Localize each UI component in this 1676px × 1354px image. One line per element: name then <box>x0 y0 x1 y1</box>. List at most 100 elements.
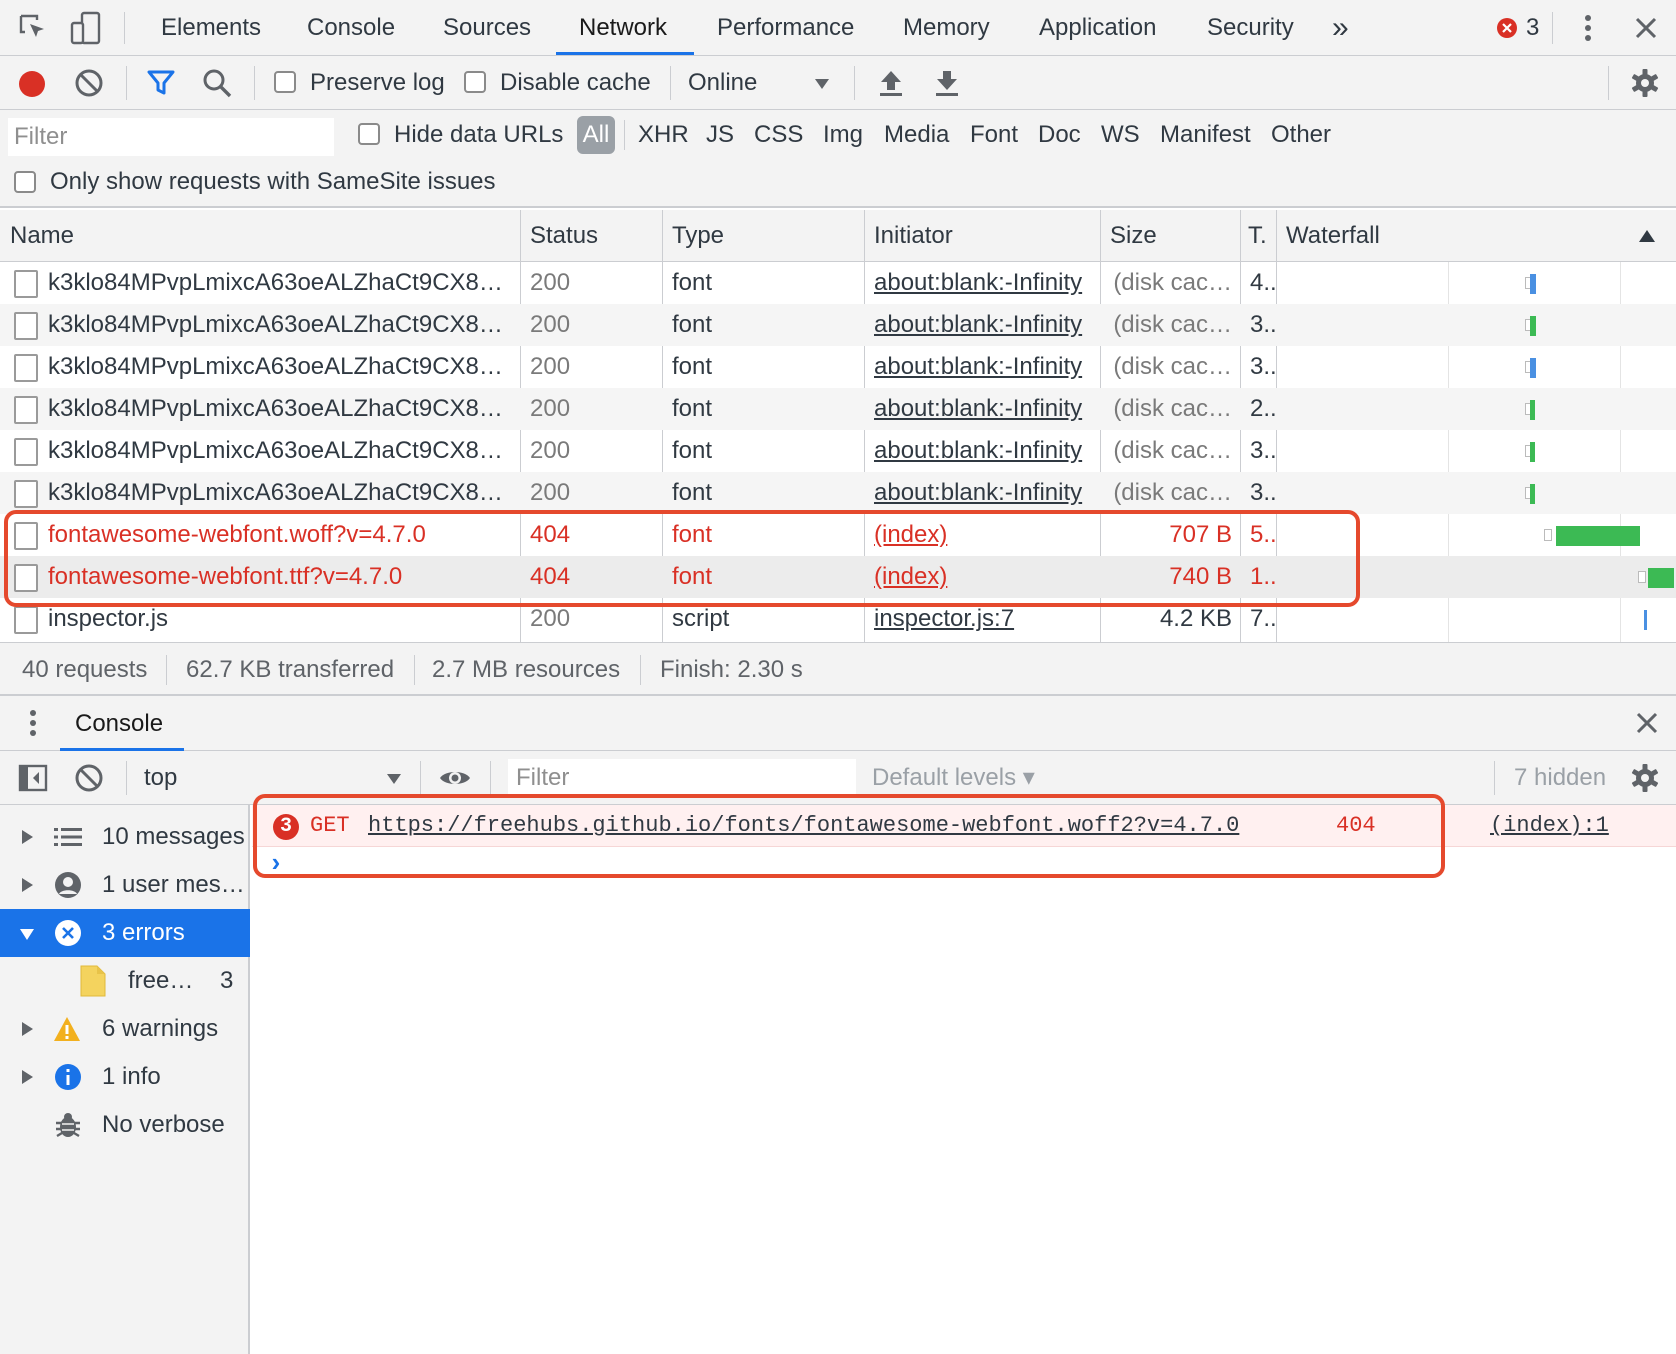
sidebar-item-user-messages[interactable]: 1 user mes… <box>0 861 250 909</box>
network-settings-gear-icon[interactable] <box>1630 68 1660 98</box>
inspect-element-icon[interactable] <box>18 13 48 43</box>
row-status: 200 <box>530 269 571 296</box>
column-header-size[interactable]: Size <box>1110 210 1157 262</box>
devtools-tab-bar: Elements Console Sources Network Perform… <box>0 0 1676 56</box>
chevron-down-icon[interactable] <box>814 78 830 90</box>
table-row[interactable]: inspector.js 200 script inspector.js:7 4.2 K… <box>0 598 1676 640</box>
row-initiator-link[interactable]: about:blank:-Infinity <box>874 304 1092 346</box>
record-button[interactable] <box>18 70 46 98</box>
import-har-icon[interactable] <box>878 68 904 98</box>
tab-network[interactable]: Network <box>579 0 667 56</box>
sidebar-item-errors[interactable]: 3 errors <box>0 909 250 957</box>
drawer-tab-console[interactable]: Console <box>75 696 163 751</box>
sidebar-item-warnings[interactable]: 6 warnings <box>0 1005 250 1053</box>
clear-icon[interactable] <box>74 68 104 98</box>
collapse-arrow-icon[interactable] <box>20 929 34 940</box>
request-url-link[interactable]: https://freehubs.github.io/fonts/fontawe… <box>368 805 1239 847</box>
close-drawer-icon[interactable] <box>1636 712 1658 734</box>
export-har-icon[interactable] <box>934 68 960 98</box>
console-prompt[interactable]: › <box>268 849 284 879</box>
preserve-log-checkbox[interactable] <box>274 71 296 93</box>
message-source-link[interactable]: (index):1 <box>1490 805 1609 847</box>
expand-arrow-icon[interactable] <box>22 878 33 892</box>
drawer-tab-bar: Console <box>0 696 1676 751</box>
row-initiator-link[interactable]: (index) <box>874 556 1092 598</box>
type-filter-img[interactable]: Img <box>823 120 863 150</box>
expand-arrow-icon[interactable] <box>22 1070 33 1084</box>
expand-arrow-icon[interactable] <box>22 1022 33 1036</box>
tab-application[interactable]: Application <box>1039 0 1156 56</box>
type-filter-xhr[interactable]: XHR <box>638 120 689 150</box>
log-levels-select[interactable]: Default levels ▾ <box>872 763 1035 793</box>
type-filter-manifest[interactable]: Manifest <box>1160 120 1251 150</box>
tab-elements[interactable]: Elements <box>161 0 261 56</box>
column-header-status[interactable]: Status <box>530 210 598 262</box>
font-file-icon <box>14 312 38 340</box>
more-options-icon[interactable] <box>1582 12 1594 44</box>
type-filter-doc[interactable]: Doc <box>1038 120 1081 150</box>
row-initiator-link[interactable]: about:blank:-Infinity <box>874 388 1092 430</box>
table-row[interactable]: k3klo84MPvpLmixcA63oeALZhaCt9CX8… 200 font… <box>0 346 1676 388</box>
row-initiator-link[interactable]: about:blank:-Infinity <box>874 346 1092 388</box>
column-header-type[interactable]: Type <box>672 210 724 262</box>
type-filter-css[interactable]: CSS <box>754 120 803 150</box>
device-toolbar-icon[interactable] <box>70 11 102 45</box>
column-header-name[interactable]: Name <box>10 210 74 262</box>
column-header-initiator[interactable]: Initiator <box>874 210 953 262</box>
console-filter-input[interactable] <box>508 759 856 797</box>
type-filter-other[interactable]: Other <box>1271 120 1331 150</box>
sort-ascending-icon[interactable] <box>1638 229 1656 243</box>
table-row[interactable]: k3klo84MPvpLmixcA63oeALZhaCt9CX8… 200 font… <box>0 262 1676 304</box>
live-expression-eye-icon[interactable] <box>438 766 472 790</box>
clear-console-icon[interactable] <box>74 763 104 793</box>
sidebar-item-messages[interactable]: 10 messages <box>0 813 250 861</box>
search-icon[interactable] <box>202 68 232 98</box>
table-row[interactable]: k3klo84MPvpLmixcA63oeALZhaCt9CX8… 200 font… <box>0 388 1676 430</box>
context-chevron-down-icon[interactable] <box>386 773 402 785</box>
table-row[interactable]: fontawesome-webfont.woff?v=4.7.0 404 font (… <box>0 514 1676 556</box>
expand-arrow-icon[interactable] <box>22 830 33 844</box>
table-row[interactable]: k3klo84MPvpLmixcA63oeALZhaCt9CX8… 200 font… <box>0 472 1676 514</box>
table-row[interactable]: k3klo84MPvpLmixcA63oeALZhaCt9CX8… 200 font… <box>0 430 1676 472</box>
row-initiator-link[interactable]: (index) <box>874 514 1092 556</box>
column-header-time[interactable]: T. <box>1248 210 1267 262</box>
type-filter-all[interactable]: All <box>577 116 615 154</box>
column-header-waterfall[interactable]: Waterfall <box>1286 210 1380 262</box>
tab-sources[interactable]: Sources <box>443 0 531 56</box>
context-selector[interactable]: top <box>144 763 177 793</box>
row-initiator-link[interactable]: about:blank:-Infinity <box>874 430 1092 472</box>
row-size: (disk cac… <box>1113 479 1232 506</box>
row-status: 200 <box>530 479 571 506</box>
disable-cache-checkbox[interactable] <box>464 71 486 93</box>
row-initiator-link[interactable]: about:blank:-Infinity <box>874 472 1092 514</box>
table-row[interactable]: k3klo84MPvpLmixcA63oeALZhaCt9CX8… 200 font… <box>0 304 1676 346</box>
sidebar-item-error-source[interactable]: free… 3 <box>0 957 250 1005</box>
type-filter-ws[interactable]: WS <box>1101 120 1140 150</box>
sidebar-item-info[interactable]: 1 info <box>0 1053 250 1101</box>
hide-data-urls-checkbox[interactable] <box>358 123 380 145</box>
type-filter-font[interactable]: Font <box>970 120 1018 150</box>
row-name: fontawesome-webfont.woff?v=4.7.0 <box>48 521 426 548</box>
tab-console[interactable]: Console <box>307 0 395 56</box>
tab-performance[interactable]: Performance <box>717 0 854 56</box>
network-filter-input[interactable] <box>8 118 334 156</box>
tab-security[interactable]: Security <box>1207 0 1294 56</box>
console-settings-gear-icon[interactable] <box>1630 763 1660 793</box>
more-tabs-button[interactable]: » <box>1332 0 1349 56</box>
drawer-menu-icon[interactable] <box>28 708 38 738</box>
row-initiator-link[interactable]: about:blank:-Infinity <box>874 262 1092 304</box>
type-filter-media[interactable]: Media <box>884 120 949 150</box>
throttling-select[interactable]: Online <box>688 68 757 98</box>
show-sidebar-icon[interactable] <box>18 764 48 792</box>
filter-funnel-icon[interactable] <box>146 68 176 98</box>
table-row[interactable]: fontawesome-webfont.ttf?v=4.7.0 404 font (i… <box>0 556 1676 598</box>
tab-memory[interactable]: Memory <box>903 0 990 56</box>
error-count-badge[interactable]: 3 <box>1496 14 1539 42</box>
row-size: (disk cac… <box>1113 437 1232 464</box>
error-repeat-badge: 3 <box>272 813 300 841</box>
row-initiator-link[interactable]: inspector.js:7 <box>874 598 1092 640</box>
sidebar-item-verbose[interactable]: No verbose <box>0 1101 250 1149</box>
type-filter-js[interactable]: JS <box>706 120 734 150</box>
samesite-checkbox[interactable] <box>14 171 36 193</box>
close-devtools-icon[interactable] <box>1634 16 1658 40</box>
